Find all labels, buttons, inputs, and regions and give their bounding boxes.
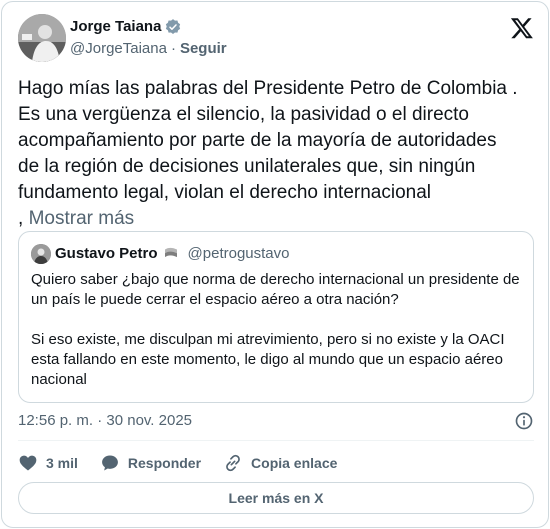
author-avatar[interactable]	[18, 14, 66, 62]
tweet-body: Hago mías las palabras del Presidente Pe…	[18, 78, 518, 229]
tweet-timestamp[interactable]: 12:56 p. m. · 30 nov. 2025	[18, 412, 192, 429]
author-display-name[interactable]: Jorge Taiana	[70, 17, 227, 37]
quoted-author-name: Gustavo Petro	[55, 245, 158, 262]
tweet-text: Hago mías las palabras del Presidente Pe…	[18, 76, 538, 232]
reply-button[interactable]: Responder	[100, 453, 201, 473]
verified-badge-icon	[166, 19, 181, 34]
tweet-header: Jorge Taiana @JorgeTaiana · Seguir	[18, 14, 534, 64]
author-photo-icon	[18, 14, 66, 62]
copy-link-button[interactable]: Copia enlace	[223, 453, 337, 473]
heart-icon	[19, 455, 37, 471]
quoted-author-avatar	[31, 244, 51, 264]
tweet-embed-card: Jorge Taiana @JorgeTaiana · Seguir Hago …	[1, 1, 549, 528]
quoted-tweet[interactable]: Gustavo Petro @petrogustavo Quiero saber…	[18, 231, 534, 403]
info-icon[interactable]	[514, 411, 534, 431]
quoted-author-handle: @petrogustavo	[187, 245, 290, 262]
quoted-author-flag-icon	[164, 247, 177, 257]
like-button[interactable]: 3 mil	[18, 453, 78, 473]
quoted-tweet-header: Gustavo Petro @petrogustavo	[31, 244, 289, 264]
quoted-author-photo-icon	[31, 244, 51, 264]
copy-link-label: Copia enlace	[251, 455, 338, 471]
divider	[18, 440, 534, 441]
read-more-on-x-button[interactable]: Leer más en X	[18, 482, 534, 514]
reply-label: Responder	[127, 455, 202, 471]
author-handle-row: @JorgeTaiana · Seguir	[70, 39, 227, 59]
handle-separator: ·	[170, 40, 176, 57]
x-logo-icon[interactable]	[510, 16, 534, 40]
author-handle[interactable]: @JorgeTaiana	[70, 39, 167, 59]
reply-bubble-icon	[101, 455, 118, 471]
author-names: Jorge Taiana @JorgeTaiana · Seguir	[70, 17, 227, 59]
tweet-actions: 3 mil Responder Copia enlace	[18, 451, 359, 475]
quoted-tweet-text: Quiero saber ¿bajo que norma de derecho …	[31, 271, 520, 388]
read-more-label: Leer más en X	[228, 490, 324, 506]
like-count: 3 mil	[46, 455, 78, 471]
link-icon	[226, 454, 240, 472]
follow-link[interactable]: Seguir	[180, 39, 227, 59]
tweet-meta: 12:56 p. m. · 30 nov. 2025	[18, 410, 534, 432]
author-display-name-text: Jorge Taiana	[70, 18, 162, 35]
show-more-link[interactable]: Mostrar más	[29, 208, 135, 229]
